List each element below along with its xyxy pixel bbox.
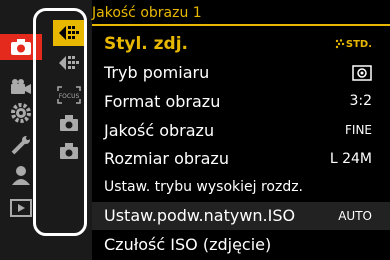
subtab-focus[interactable]: FOCUS bbox=[53, 82, 85, 108]
subtab-camera-setting-1[interactable] bbox=[53, 110, 85, 136]
aspect-ratio-value: 3:2 bbox=[349, 93, 372, 110]
tab-camera[interactable] bbox=[0, 34, 42, 60]
menu-item-label: Tryb pomiaru bbox=[104, 63, 210, 83]
image-size-value: L 24M bbox=[329, 150, 372, 167]
subtab-camera-setting-2[interactable] bbox=[53, 138, 85, 164]
menu-item-aspect-ratio[interactable]: Format obrazu 3:2 bbox=[92, 87, 390, 116]
camera-setting-icon bbox=[58, 114, 80, 132]
image-quality-icon bbox=[58, 24, 80, 42]
menu-item-label: Ustaw.podw.natywn.ISO bbox=[104, 206, 296, 226]
menu-item-label: Format obrazu bbox=[104, 91, 221, 111]
menu-item-photo-style[interactable]: Styl. zdj. STD. bbox=[92, 30, 390, 59]
photo-style-value: STD. bbox=[345, 38, 372, 50]
menu-item-label: Ustaw. trybu wysokiej rozdz. bbox=[104, 179, 304, 196]
subtab-image-quality-1[interactable] bbox=[53, 20, 85, 46]
dual-native-iso-value: AUTO bbox=[338, 208, 372, 223]
main-tab-strip bbox=[0, 0, 42, 260]
image-quality-icon bbox=[58, 54, 80, 72]
menu-list: Styl. zdj. STD. Tryb pomiaru Format obra… bbox=[92, 30, 390, 259]
menu-item-dual-native-iso[interactable]: Ustaw.podw.natywn.ISO AUTO bbox=[92, 201, 390, 231]
camera-setting-icon bbox=[58, 142, 80, 160]
user-icon bbox=[10, 164, 32, 186]
photo-style-icon: STD. bbox=[335, 39, 372, 50]
menu-item-high-res-mode[interactable]: Ustaw. trybu wysokiej rozdz. bbox=[92, 173, 390, 202]
menu-item-label: Rozmiar obrazu bbox=[104, 149, 229, 169]
playback-icon bbox=[10, 199, 32, 217]
focus-icon: FOCUS bbox=[57, 86, 81, 104]
video-camera-icon bbox=[10, 78, 32, 96]
subtab-image-quality-2[interactable] bbox=[53, 50, 85, 76]
wrench-icon bbox=[10, 134, 32, 156]
page-title: Jakość obrazu 1 bbox=[92, 0, 390, 26]
focus-label: FOCUS bbox=[59, 93, 80, 100]
tab-video[interactable] bbox=[6, 74, 36, 100]
camera-icon bbox=[10, 38, 32, 56]
menu-item-metering-mode[interactable]: Tryb pomiaru bbox=[92, 59, 390, 88]
tab-setup[interactable] bbox=[6, 132, 36, 158]
tab-playback[interactable] bbox=[6, 195, 36, 221]
menu-item-image-quality[interactable]: Jakość obrazu FINE bbox=[92, 116, 390, 145]
menu-item-label: Czułość ISO (zdjęcie) bbox=[104, 234, 272, 254]
menu-item-label: Styl. zdj. bbox=[104, 34, 189, 55]
menu-item-image-size[interactable]: Rozmiar obrazu L 24M bbox=[92, 144, 390, 173]
menu-item-label: Jakość obrazu bbox=[104, 120, 215, 140]
image-quality-value: FINE bbox=[345, 123, 372, 138]
sub-tab-panel: FOCUS bbox=[42, 0, 92, 260]
tab-my-menu[interactable] bbox=[6, 162, 36, 188]
gear-icon bbox=[10, 102, 32, 124]
tab-custom[interactable] bbox=[6, 100, 36, 126]
menu-item-iso-sensitivity[interactable]: Czułość ISO (zdjęcie) bbox=[92, 230, 390, 259]
metering-mode-icon bbox=[352, 65, 372, 81]
